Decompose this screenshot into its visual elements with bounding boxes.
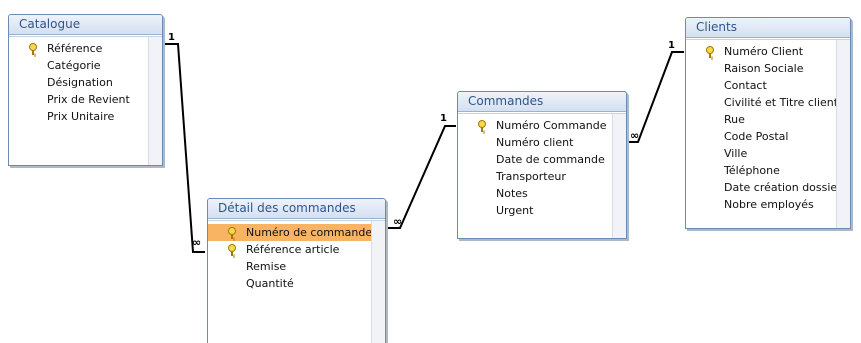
- field-row[interactable]: Date création dossier: [686, 179, 837, 196]
- table-detail-des-commandes[interactable]: Détail des commandes Numéro de commande R…: [207, 198, 386, 343]
- field-row[interactable]: Téléphone: [686, 162, 837, 179]
- field-name: Raison Sociale: [724, 62, 804, 75]
- relation-many-label: ∞: [630, 129, 639, 142]
- vertical-scrollbar[interactable]: [148, 37, 162, 165]
- field-row[interactable]: Nobre employés: [686, 196, 837, 213]
- field-row[interactable]: Catégorie: [9, 57, 149, 74]
- field-list: Numéro de commande Référence article Remis…: [208, 221, 385, 292]
- field-row[interactable]: Référence: [9, 40, 149, 57]
- field-name: Date création dossier: [724, 181, 837, 194]
- field-row[interactable]: Numéro client: [458, 134, 613, 151]
- vertical-scrollbar[interactable]: [836, 40, 850, 228]
- relation-many-label: ∞: [393, 215, 402, 228]
- field-row[interactable]: Numéro Client: [686, 43, 837, 60]
- field-row[interactable]: Prix Unitaire: [9, 108, 149, 125]
- table-catalogue[interactable]: Catalogue Référence Catégorie Désignation P…: [8, 14, 163, 166]
- field-list: Numéro Commande Numéro client Date de comm…: [458, 114, 626, 219]
- field-row[interactable]: Prix de Revient: [9, 91, 149, 108]
- field-row[interactable]: Ville: [686, 145, 837, 162]
- field-row[interactable]: Transporteur: [458, 168, 613, 185]
- field-name: Prix Unitaire: [47, 110, 115, 123]
- field-row[interactable]: Date de commande: [458, 151, 613, 168]
- field-name: Numéro de commande: [246, 226, 372, 239]
- field-name: Code Postal: [724, 130, 789, 143]
- relation-one-label: 1: [668, 40, 675, 51]
- vertical-scrollbar[interactable]: [371, 221, 385, 343]
- primary-key-icon: [228, 244, 236, 256]
- field-name: Prix de Revient: [47, 93, 130, 106]
- primary-key-icon: [478, 120, 486, 132]
- field-list: Référence Catégorie Désignation Prix de Rev…: [9, 37, 162, 125]
- field-name: Nobre employés: [724, 198, 814, 211]
- field-list: Numéro Client Raison Sociale Contact Civili…: [686, 40, 850, 213]
- vertical-scrollbar[interactable]: [612, 114, 626, 238]
- table-title[interactable]: Détail des commandes: [208, 199, 385, 219]
- field-row[interactable]: Désignation: [9, 74, 149, 91]
- field-name: Remise: [246, 260, 287, 273]
- field-name: Ville: [724, 147, 748, 160]
- primary-key-icon: [29, 43, 37, 55]
- table-title[interactable]: Commandes: [458, 92, 626, 112]
- relation-one-label: 1: [168, 32, 175, 43]
- field-name: Désignation: [47, 76, 113, 89]
- field-name: Numéro Commande: [496, 119, 607, 132]
- field-row[interactable]: Code Postal: [686, 128, 837, 145]
- field-name: Notes: [496, 187, 528, 200]
- field-list-area: Référence Catégorie Désignation Prix de Rev…: [9, 36, 162, 165]
- field-name: Référence: [47, 42, 103, 55]
- field-list-area: Numéro de commande Référence article Remis…: [208, 220, 385, 343]
- primary-key-icon: [706, 46, 714, 58]
- table-clients[interactable]: Clients Numéro Client Raison Sociale Conta…: [685, 17, 851, 229]
- field-row[interactable]: Civilité et Titre client: [686, 94, 837, 111]
- relation-one-label: 1: [440, 113, 447, 124]
- field-row[interactable]: Quantité: [208, 275, 372, 292]
- relation-line-catalogue-detail[interactable]: [163, 43, 205, 253]
- field-row[interactable]: Référence article: [208, 241, 372, 258]
- relation-line-detail-commandes[interactable]: [386, 125, 456, 229]
- field-row[interactable]: Numéro Commande: [458, 117, 613, 134]
- field-name: Catégorie: [47, 59, 101, 72]
- field-row[interactable]: Rue: [686, 111, 837, 128]
- field-list-area: Numéro Commande Numéro client Date de comm…: [458, 113, 626, 238]
- table-commandes[interactable]: Commandes Numéro Commande Numéro client Da…: [457, 91, 627, 239]
- field-row[interactable]: Raison Sociale: [686, 60, 837, 77]
- field-name: Numéro client: [496, 136, 574, 149]
- table-title[interactable]: Clients: [686, 18, 850, 38]
- field-name: Urgent: [496, 204, 534, 217]
- primary-key-icon: [228, 227, 236, 239]
- field-name: Numéro Client: [724, 45, 804, 58]
- field-name: Date de commande: [496, 153, 605, 166]
- field-row[interactable]: Contact: [686, 77, 837, 94]
- field-name: Quantité: [246, 277, 294, 290]
- field-list-area: Numéro Client Raison Sociale Contact Civili…: [686, 39, 850, 228]
- field-name: Téléphone: [724, 164, 780, 177]
- field-row[interactable]: Notes: [458, 185, 613, 202]
- field-name: Civilité et Titre client: [724, 96, 837, 109]
- field-name: Rue: [724, 113, 745, 126]
- field-row[interactable]: Urgent: [458, 202, 613, 219]
- field-name: Transporteur: [496, 170, 566, 183]
- field-name: Contact: [724, 79, 767, 92]
- table-title[interactable]: Catalogue: [9, 15, 162, 35]
- relationships-canvas: 1 ∞ ∞ 1 ∞ 1 Catalogue Référence Catégorie…: [0, 0, 861, 343]
- field-name: Référence article: [246, 243, 340, 256]
- field-row[interactable]: Remise: [208, 258, 372, 275]
- relation-many-label: ∞: [192, 236, 201, 249]
- field-row[interactable]: Numéro de commande: [208, 224, 372, 241]
